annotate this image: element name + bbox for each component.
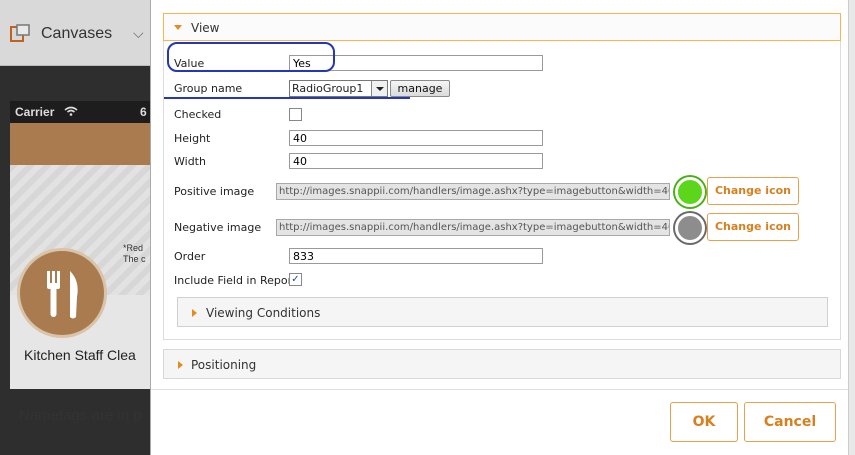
properties-dialog: View Value Yes Group name RadioGroup1 ma… xyxy=(150,0,855,455)
positive-image-url[interactable]: http://images.snappii.com/handlers/image… xyxy=(276,183,670,200)
chevron-down-icon[interactable] xyxy=(371,81,387,96)
app-toolbar: Canvases ⌵ xyxy=(0,0,150,66)
note-line-2: The c xyxy=(123,254,146,264)
canvases-icon[interactable] xyxy=(10,24,30,44)
checked-checkbox[interactable] xyxy=(289,108,302,121)
order-input[interactable]: 833 xyxy=(289,248,543,264)
phone-status-bar: Carrier 6 xyxy=(10,101,160,123)
positive-change-icon-button[interactable]: Change icon xyxy=(707,177,799,205)
dialog-footer: OK Cancel xyxy=(151,389,855,455)
manage-button[interactable]: manage xyxy=(390,80,450,97)
cancel-button[interactable]: Cancel xyxy=(744,402,836,442)
carrier-label: Carrier xyxy=(15,105,55,119)
group-name-label: Group name xyxy=(174,82,243,95)
positive-icon-preview xyxy=(675,177,705,207)
expand-arrow-icon xyxy=(174,25,182,30)
body-text: Nametags are in p xyxy=(19,407,142,424)
wifi-icon xyxy=(64,105,78,119)
note-line-1: *Red xyxy=(123,243,144,253)
positive-image-label: Positive image xyxy=(174,185,255,198)
view-section: View Value Yes Group name RadioGroup1 ma… xyxy=(163,13,841,340)
checked-label: Checked xyxy=(174,108,222,121)
view-section-header[interactable]: View xyxy=(163,13,841,41)
annotation-underline xyxy=(164,97,410,99)
annotation-circle xyxy=(167,42,335,72)
status-time: 6 xyxy=(140,105,147,119)
negative-change-icon-button[interactable]: Change icon xyxy=(707,213,799,241)
viewing-conditions-section[interactable]: Viewing Conditions xyxy=(177,297,828,327)
note-text: *Red The c xyxy=(123,243,146,265)
chevron-down-icon[interactable]: ⌵ xyxy=(133,26,144,42)
viewing-conditions-title: Viewing Conditions xyxy=(206,306,321,320)
tile-label: Kitchen Staff Clea xyxy=(24,347,136,363)
order-label: Order xyxy=(174,250,206,263)
include-field-checkbox[interactable]: ✓ xyxy=(289,273,302,286)
negative-icon-preview xyxy=(675,213,705,243)
group-name-value: RadioGroup1 xyxy=(292,82,364,95)
app-title[interactable]: Canvases xyxy=(41,25,112,43)
positioning-title: Positioning xyxy=(191,358,257,372)
cutlery-icon xyxy=(17,248,107,338)
width-label: Width xyxy=(174,155,206,168)
include-field-label: Include Field in Report xyxy=(174,274,297,287)
expand-arrow-icon xyxy=(178,361,183,369)
phone-nav-bar xyxy=(10,123,160,165)
expand-arrow-icon xyxy=(192,309,197,317)
height-label: Height xyxy=(174,132,211,145)
view-section-title: View xyxy=(191,21,220,35)
height-input[interactable]: 40 xyxy=(289,130,543,146)
negative-image-url[interactable]: http://images.snappii.com/handlers/image… xyxy=(276,219,670,236)
dialog-edge xyxy=(848,0,855,455)
group-name-select[interactable]: RadioGroup1 xyxy=(289,80,388,97)
width-input[interactable]: 40 xyxy=(289,153,543,169)
ok-button[interactable]: OK xyxy=(670,402,738,442)
negative-image-label: Negative image xyxy=(174,221,262,234)
positioning-section[interactable]: Positioning xyxy=(163,349,841,379)
